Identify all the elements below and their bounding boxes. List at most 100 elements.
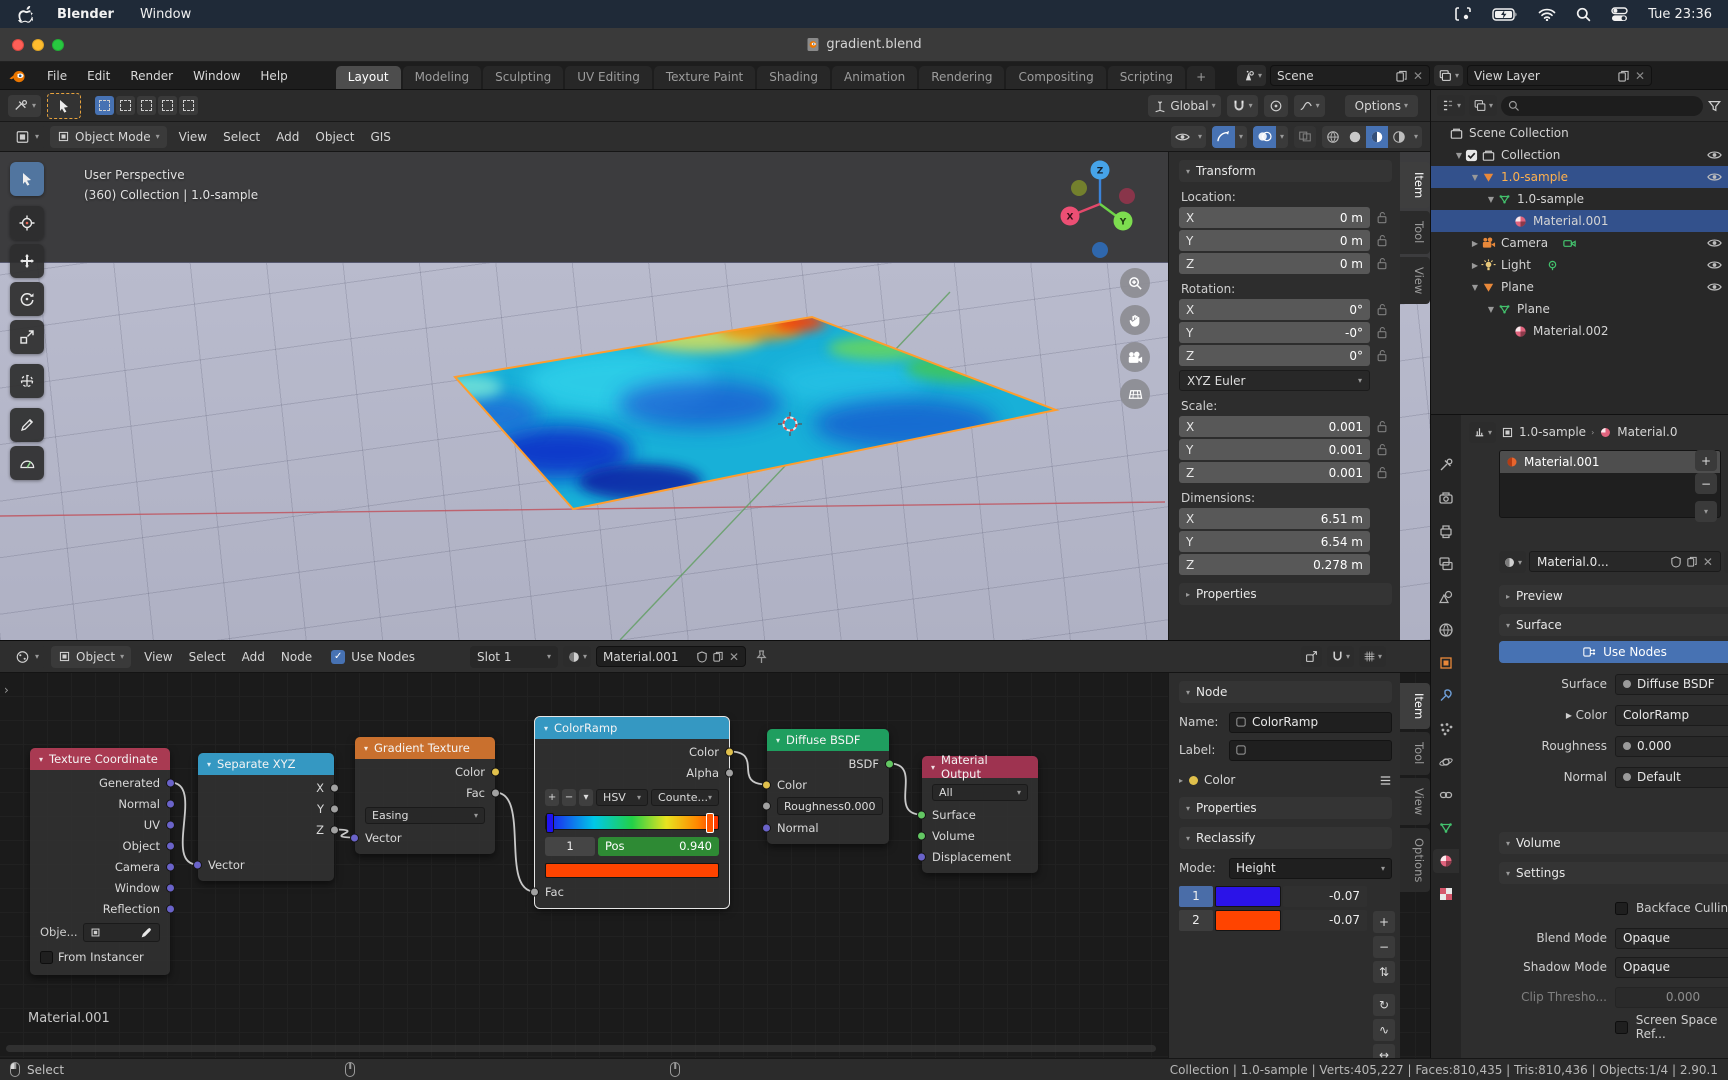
properties-tab-physics[interactable] (1433, 750, 1459, 774)
location-z-field[interactable]: Z 0 m (1179, 253, 1370, 274)
output-socket-uv[interactable] (166, 820, 175, 829)
ramp-stop-1[interactable] (705, 812, 714, 833)
scene-unlink-icon[interactable]: ✕ (1413, 69, 1423, 83)
select-mode-subtract[interactable] (137, 96, 157, 115)
location-y-field[interactable]: Y 0 m (1179, 230, 1370, 251)
pin-icon[interactable] (755, 649, 768, 664)
visibility-eye-icon[interactable] (1707, 259, 1722, 271)
menubar-clock[interactable]: Tue 23:36 (1648, 7, 1712, 22)
output-socket-alpha[interactable] (725, 768, 734, 777)
workspace-tab-scripting[interactable]: Scripting (1107, 66, 1186, 89)
viewport-tab-item[interactable]: Item (1400, 162, 1430, 209)
node-link[interactable] (889, 762, 922, 816)
lock-icon[interactable] (1376, 466, 1392, 479)
expander-icon[interactable]: ▼ (1485, 195, 1497, 204)
select-mode-extend[interactable] (116, 96, 136, 115)
reclassify-row-1[interactable]: 1 -0.07 (1179, 885, 1367, 907)
menu-help[interactable]: Help (260, 69, 287, 83)
input-socket-volume[interactable] (917, 831, 926, 840)
node-header-diffuse-bsdf[interactable]: ▾ Diffuse BSDF (767, 729, 889, 751)
tool-transform-button[interactable] (10, 364, 44, 398)
viewport-menu-select[interactable]: Select (215, 130, 268, 144)
gizmos-dropdown[interactable]: ▾ (1211, 125, 1247, 148)
reclassify-mode-dropdown[interactable]: Height ▾ (1229, 857, 1392, 879)
close-window-button[interactable] (12, 39, 24, 51)
lock-icon[interactable] (1376, 326, 1392, 339)
zoom-window-button[interactable] (52, 39, 64, 51)
toolbar-expand-arrow[interactable]: › (4, 683, 9, 697)
color-mode-dropdown[interactable]: HSV ▾ (596, 788, 649, 806)
surface-panel-header[interactable]: ▾ Surface (1499, 614, 1728, 636)
blend-mode-dropdown[interactable]: Opaque▾ (1615, 927, 1728, 949)
view-layer-copy-icon[interactable] (1618, 70, 1629, 82)
viewport-editor-type-button[interactable]: ▾ (8, 125, 47, 148)
select-mode-set[interactable] (95, 96, 115, 115)
shader-menu-view[interactable]: View (136, 650, 180, 664)
outliner-row-scene collection[interactable]: Scene Collection (1431, 122, 1728, 144)
properties-tab-object-data[interactable] (1433, 816, 1459, 840)
rotation-y-field[interactable]: Y -0° (1179, 322, 1370, 343)
node-separate-xyz[interactable]: ▾ Separate XYZ X Y Z Vector (193, 753, 339, 881)
overlays-dropdown[interactable]: ▾ (1252, 125, 1288, 148)
blender-logo-icon[interactable] (8, 68, 27, 84)
menu-window[interactable]: Window (193, 69, 240, 83)
properties-tab-material[interactable] (1433, 849, 1459, 873)
camera-data-icon[interactable] (1562, 236, 1577, 251)
rotation-x-field[interactable]: X 0° (1179, 299, 1370, 320)
output-socket-camera[interactable] (166, 862, 175, 871)
add-button[interactable]: + (1373, 911, 1395, 933)
node-snapping-magnet-icon[interactable]: ▾ (1326, 646, 1354, 667)
viewport-tab-view[interactable]: View (1400, 256, 1430, 304)
tool-scale-button[interactable] (10, 320, 44, 354)
control-center-icon[interactable] (1611, 6, 1628, 22)
location-x-field[interactable]: X 0 m (1179, 207, 1370, 228)
pan-button[interactable] (1120, 305, 1150, 335)
material-nodes-button[interactable]: ▾ (1723, 551, 1728, 573)
workspace-tab-texture-paint[interactable]: Texture Paint (653, 66, 756, 89)
editor-type-button[interactable]: ▾ (8, 94, 42, 117)
expander-icon[interactable]: ▶ (1469, 239, 1481, 248)
input-socket-vector[interactable] (350, 833, 359, 842)
refresh-button[interactable]: ↻ (1373, 994, 1395, 1016)
viewport-menu-gis[interactable]: GIS (362, 130, 398, 144)
output-socket-generated[interactable] (166, 778, 175, 787)
shadow-mode-dropdown[interactable]: Opaque▾ (1615, 956, 1728, 978)
outliner-row-1-0-sample[interactable]: ▼ 1.0-sample (1431, 166, 1728, 188)
from-instancer-checkbox[interactable] (40, 950, 53, 964)
mode-dropdown[interactable]: Object Mode ▾ (50, 125, 167, 148)
lock-icon[interactable] (1376, 234, 1392, 247)
node-properties-panel-header[interactable]: ▾ Properties (1179, 797, 1392, 819)
scale-x-field[interactable]: X 0.001 (1179, 416, 1370, 437)
output-socket-y[interactable] (330, 804, 339, 813)
outliner-search-input[interactable] (1501, 95, 1703, 116)
outliner-row-collection[interactable]: ▼ Collection (1431, 144, 1728, 166)
tool-measure-button[interactable] (10, 446, 44, 480)
ramp-specials-button[interactable]: ▾ (579, 788, 594, 806)
outliner-filter-icon[interactable] (1707, 99, 1722, 113)
lock-icon[interactable] (1376, 211, 1392, 224)
properties-panel-header[interactable]: ▸ Properties (1179, 583, 1392, 605)
outliner-row-plane[interactable]: ▼ Plane (1431, 276, 1728, 298)
surface-row-value-color[interactable]: ColorRamp (1615, 704, 1728, 726)
dimensions-z-field[interactable]: Z 0.278 m (1179, 554, 1370, 575)
add-stop-button[interactable]: + (545, 788, 560, 806)
shader-menu-node[interactable]: Node (273, 650, 320, 664)
wifi-icon[interactable] (1538, 8, 1556, 21)
workspace-tab-compositing[interactable]: Compositing (1006, 66, 1106, 89)
proportional-editing-button[interactable] (1263, 94, 1288, 117)
rotation-mode-dropdown[interactable]: XYZ Euler ▾ (1179, 370, 1370, 391)
output-socket-z[interactable] (330, 825, 339, 834)
outliner-row-camera[interactable]: ▶ Camera (1431, 232, 1728, 254)
ramp-stop-0[interactable] (546, 812, 554, 833)
node-dropdown-all[interactable]: All ▾ (932, 783, 1028, 801)
expander-icon[interactable]: ▼ (1469, 283, 1481, 292)
copy-icon[interactable] (713, 651, 723, 662)
material-slot-item[interactable]: Material.001 (1500, 451, 1720, 473)
remove-slot-button[interactable]: − (1695, 473, 1717, 494)
grid-ortho-button[interactable] (1120, 379, 1150, 409)
node-header-separate-xyz[interactable]: ▾ Separate XYZ (198, 753, 334, 775)
menubar-window-menu[interactable]: Window (140, 7, 191, 22)
shading-rendered-button[interactable] (1388, 126, 1410, 148)
view-layer-browse-button[interactable]: ▾ (1434, 65, 1464, 86)
shader-material-name-field[interactable]: Material.001 ✕ (596, 646, 747, 667)
